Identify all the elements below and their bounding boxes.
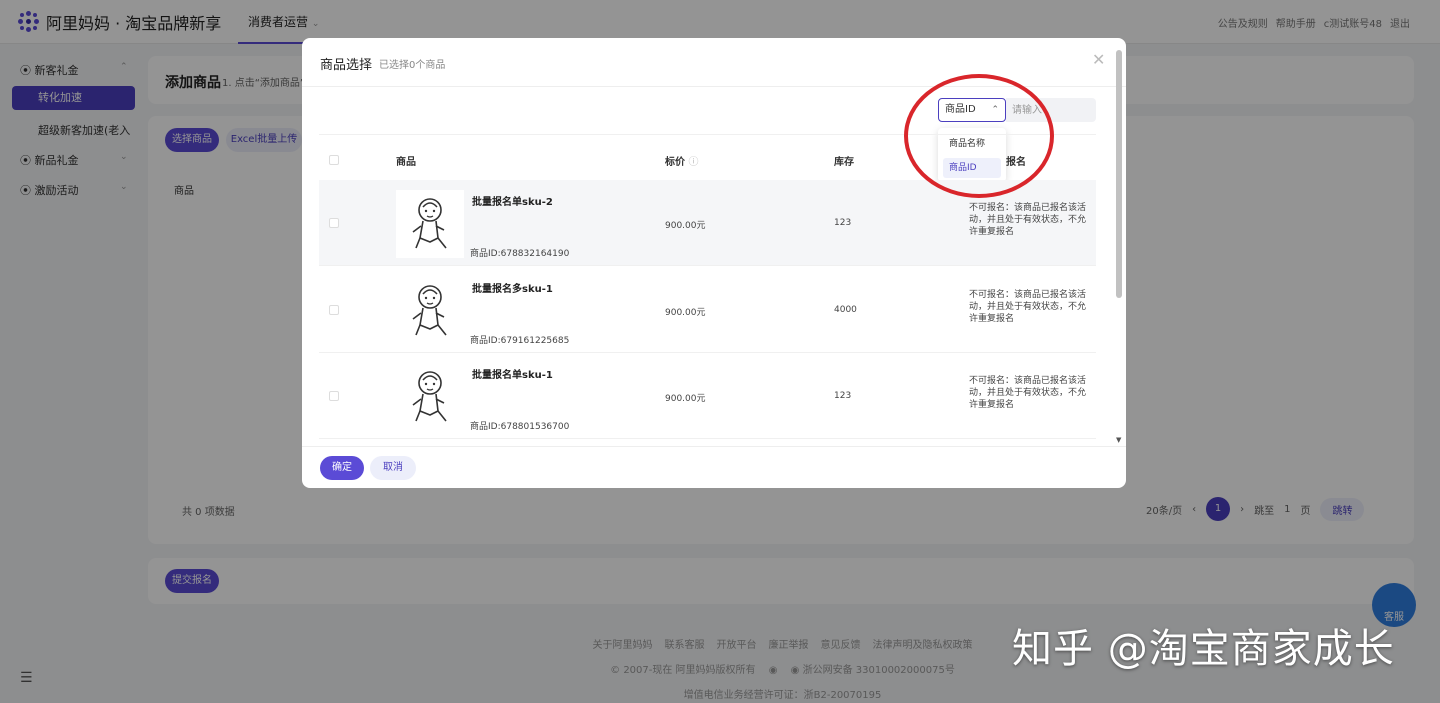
table-row[interactable]: 批量报名多sku-1 商品ID:679161225685 900.00元 400… (319, 267, 1096, 353)
product-image (396, 277, 464, 345)
cartoon-figure-icon (412, 285, 447, 336)
scrollbar-thumb[interactable] (1116, 50, 1122, 298)
cartoon-figure-icon (412, 371, 447, 422)
product-name: 批量报名单sku-2 (472, 197, 553, 208)
modal-title: 商品选择 (320, 58, 373, 73)
column-label: 标价 (665, 157, 685, 168)
product-stock: 123 (834, 391, 852, 401)
product-image (396, 363, 464, 431)
column-header-price: 标价 ⓘ (665, 153, 698, 168)
product-name: 批量报名单sku-1 (472, 370, 553, 381)
cartoon-figure-icon (412, 198, 447, 249)
column-header-goods: 商品 (396, 157, 416, 168)
product-image (396, 190, 464, 258)
row-checkbox[interactable] (329, 218, 339, 228)
confirm-button[interactable]: 确定 (320, 456, 364, 480)
close-icon[interactable]: ✕ (1092, 50, 1105, 69)
selected-count: 已选择0个商品 (379, 60, 446, 71)
product-id: 商品ID:678832164190 (470, 249, 570, 259)
annotation-circle (904, 74, 1054, 198)
product-name: 批量报名多sku-1 (472, 284, 553, 295)
signup-status: 不可报名：该商品已报名该活动，并且处于有效状态，不允许重复报名 (969, 203, 1087, 237)
signup-status: 不可报名：该商品已报名该活动，并且处于有效状态，不允许重复报名 (969, 290, 1087, 324)
signup-status: 不可报名：该商品已报名该活动，并且处于有效状态，不允许重复报名 (969, 376, 1087, 410)
scroll-down-icon[interactable]: ▼ (1116, 436, 1121, 444)
product-stock: 4000 (834, 305, 857, 315)
table-row[interactable]: 批量报名单sku-1 商品ID:678801536700 900.00元 123… (319, 353, 1096, 439)
watermark: 知乎 @淘宝商家成长 (1012, 626, 1395, 672)
cancel-button[interactable]: 取消 (370, 456, 416, 480)
product-id: 商品ID:678801536700 (470, 422, 570, 432)
info-icon[interactable]: ⓘ (688, 157, 698, 168)
product-price: 900.00元 (665, 221, 706, 231)
column-header-stock: 库存 (834, 157, 854, 168)
row-checkbox[interactable] (329, 305, 339, 315)
select-all-checkbox[interactable] (329, 155, 339, 165)
product-price: 900.00元 (665, 394, 706, 404)
product-price: 900.00元 (665, 308, 706, 318)
product-id: 商品ID:679161225685 (470, 336, 570, 346)
divider (302, 446, 1126, 447)
product-stock: 123 (834, 218, 852, 228)
row-checkbox[interactable] (329, 391, 339, 401)
